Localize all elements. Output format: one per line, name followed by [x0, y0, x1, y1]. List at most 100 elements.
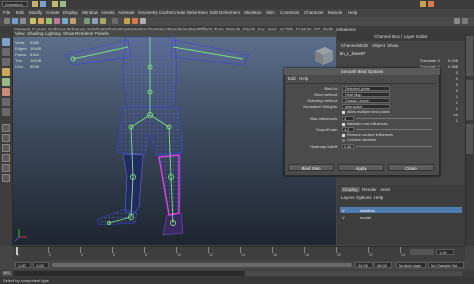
vp-menu-show[interactable]: Show: [63, 31, 74, 36]
mask-joints-icon[interactable]: [30, 18, 36, 24]
view-cube-icon[interactable]: [315, 47, 333, 65]
bind-skin-button[interactable]: Bind Skin: [288, 164, 334, 171]
construction-history-icon[interactable]: [112, 18, 118, 24]
max-influences-field[interactable]: 4: [342, 116, 354, 121]
menu-geometry-cache[interactable]: Geometry Cache: [138, 10, 172, 15]
range-end-field[interactable]: 48.00: [374, 262, 392, 268]
current-frame-marker[interactable]: [16, 247, 18, 255]
channel-value[interactable]: 1: [456, 118, 458, 123]
allow-multiple-bind-poses-checkbox[interactable]: Allow multiple bind poses: [342, 110, 390, 114]
vp-menu-shading[interactable]: Shading: [27, 31, 44, 36]
snap-icon[interactable]: [60, 1, 66, 7]
cb-menu-edit[interactable]: Edit: [360, 43, 368, 48]
layer-visibility-toggle[interactable]: V: [342, 215, 345, 220]
maintain-max-influences-checkbox[interactable]: Maintain max influences: [342, 122, 388, 126]
menu-help[interactable]: Help: [348, 10, 357, 15]
cb-menu-show[interactable]: Show: [387, 43, 398, 48]
graph-editor-layout-icon[interactable]: [2, 154, 10, 162]
channel-value[interactable]: on: [454, 112, 458, 117]
file-icon[interactable]: [32, 1, 38, 7]
tab-tool-settings[interactable]: [466, 124, 473, 154]
layer-tab-render[interactable]: Render: [362, 187, 377, 192]
channel-value[interactable]: 0.388: [448, 64, 458, 69]
range-slider-bar[interactable]: [52, 263, 352, 267]
shelf-tab-nskeleton[interactable]: nSkeleton: [336, 27, 356, 32]
menu-edit-deformers[interactable]: Edit Deformers: [210, 10, 240, 15]
menu-animate[interactable]: Animate: [118, 10, 135, 15]
channel-value[interactable]: 1: [456, 100, 458, 105]
layer-visibility-toggle[interactable]: V: [342, 208, 345, 213]
hypershade-layout-icon[interactable]: [2, 164, 10, 172]
snap-point-icon[interactable]: [100, 18, 106, 24]
channel-value[interactable]: 1: [456, 106, 458, 111]
layer-menu-options[interactable]: Options: [356, 195, 372, 200]
render-icon[interactable]: [420, 1, 426, 7]
selected-object-name[interactable]: bn_L_knee07: [340, 51, 365, 56]
channel-value[interactable]: 0: [456, 70, 458, 75]
layer-row[interactable]: V model: [340, 214, 462, 220]
playback-end-field[interactable]: 24.00: [355, 262, 373, 268]
show-hide-channelbox-icon[interactable]: [454, 18, 460, 24]
scale-tool-icon[interactable]: [2, 88, 10, 96]
channel-value[interactable]: 0.436: [448, 58, 458, 63]
last-tool-icon[interactable]: [2, 108, 10, 116]
paint-select-icon[interactable]: [2, 58, 10, 66]
menu-skin[interactable]: Skin: [266, 10, 275, 15]
heatmap-falloff-field[interactable]: 0.68: [342, 144, 354, 149]
menu-file[interactable]: File: [3, 10, 10, 15]
range-start-field[interactable]: 1.00: [15, 262, 31, 268]
close-button[interactable]: Close: [388, 164, 434, 171]
bind-method-select[interactable]: Heat Map: [342, 92, 390, 97]
remove-unused-influences-checkbox[interactable]: Remove unused influences: [342, 133, 393, 137]
vp-menu-renderer[interactable]: Renderer: [75, 31, 94, 36]
snap-curve-icon[interactable]: [92, 18, 98, 24]
apply-button[interactable]: Apply: [338, 164, 384, 171]
save-icon[interactable]: [40, 1, 46, 7]
layer-tab-display[interactable]: Display: [341, 187, 360, 192]
mel-toggle[interactable]: MEL: [2, 271, 12, 276]
render-frame-icon[interactable]: [132, 18, 138, 24]
layer-menu-help[interactable]: Help: [374, 195, 383, 200]
four-pane-icon[interactable]: [2, 134, 10, 142]
menu-edit[interactable]: Edit: [16, 10, 24, 15]
ipr-icon[interactable]: [428, 1, 434, 7]
bind-to-select[interactable]: Selected joints: [342, 86, 390, 91]
tab-attribute-editor[interactable]: [466, 80, 473, 120]
select-object-icon[interactable]: [12, 18, 18, 24]
persp-outliner-icon[interactable]: [2, 144, 10, 152]
mode-selector[interactable]: Animation: [2, 1, 28, 7]
select-icon[interactable]: [52, 1, 58, 7]
mask-curves-icon[interactable]: [38, 18, 44, 24]
channel-row[interactable]: Translate X 0.436: [340, 58, 460, 63]
channel-value[interactable]: 0: [456, 76, 458, 81]
snap-grid-icon[interactable]: [84, 18, 90, 24]
dropoff-rate-slider[interactable]: [356, 129, 432, 130]
single-pane-icon[interactable]: [2, 124, 10, 132]
select-tool-icon[interactable]: [2, 38, 10, 46]
move-tool-icon[interactable]: [2, 68, 10, 76]
channel-value[interactable]: 1: [456, 94, 458, 99]
rotate-tool-icon[interactable]: [2, 78, 10, 86]
menu-skeleton[interactable]: Skeleton: [244, 10, 262, 15]
skinning-method-select[interactable]: Classic Linear: [342, 98, 390, 103]
menu-muscle[interactable]: Muscle: [328, 10, 342, 15]
dropoff-rate-field[interactable]: 4.0: [342, 127, 354, 132]
colorize-skeleton-checkbox[interactable]: Colorize skeleton: [342, 138, 376, 142]
manipulator-icon[interactable]: [2, 98, 10, 106]
dialog-menu-help[interactable]: Help: [299, 76, 308, 81]
anim-layer-select[interactable]: No Anim Layer: [396, 262, 426, 268]
menu-create-deformers[interactable]: Create Deformers: [172, 10, 208, 15]
character-set-select[interactable]: No Character Set: [428, 262, 464, 268]
menu-create[interactable]: Create: [46, 10, 60, 15]
layer-tab-anim[interactable]: Anim: [380, 187, 390, 192]
menu-constrain[interactable]: Constrain: [280, 10, 299, 15]
select-component-icon[interactable]: [20, 18, 26, 24]
dialog-menu-edit[interactable]: Edit: [288, 76, 296, 81]
render-settings-icon[interactable]: [140, 18, 146, 24]
mask-surfaces-icon[interactable]: [46, 18, 52, 24]
current-frame-field[interactable]: 1.00: [436, 249, 454, 255]
channel-value[interactable]: 0: [456, 88, 458, 93]
menu-assets[interactable]: Assets: [101, 10, 115, 15]
mask-deformers-icon[interactable]: [54, 18, 60, 24]
vp-menu-panels[interactable]: Panels: [95, 31, 109, 36]
